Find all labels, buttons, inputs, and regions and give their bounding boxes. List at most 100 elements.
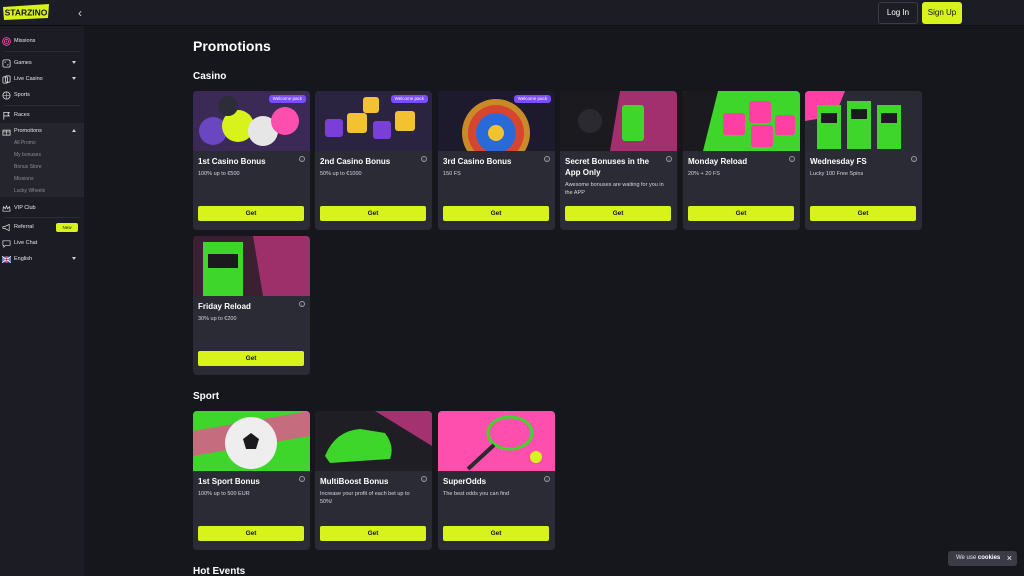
promo-image-pink-dice <box>683 91 800 151</box>
promo-description: Increase your profit of each bet up to 5… <box>320 491 410 505</box>
promo-image-app-phone <box>560 91 677 151</box>
sidebar-item-language[interactable]: English <box>0 252 84 266</box>
top-bar: STARZINO ‹ Log In Sign Up <box>0 0 1024 26</box>
cookies-link[interactable]: cookies <box>978 555 1000 561</box>
sidebar: Missions Games Live Casino Sports Races … <box>0 26 84 576</box>
sidebar-item-promotions[interactable]: Promotions <box>0 124 84 138</box>
get-button[interactable]: Get <box>320 526 426 541</box>
promo-card[interactable]: 1st Sport Bonus i 100% up to 500 EUR Get <box>193 411 310 550</box>
divider <box>4 105 80 106</box>
promo-card[interactable]: Welcome pack 3rd Casino Bonus i 150 FS G… <box>438 91 555 230</box>
sidebar-subitem-my-bonuses[interactable]: My bonuses <box>0 149 84 161</box>
sidebar-item-label: VIP Club <box>14 205 36 211</box>
info-icon[interactable]: i <box>299 156 305 162</box>
sidebar-item-vip-club[interactable]: VIP Club <box>0 201 84 215</box>
promo-card[interactable]: MultiBoost Bonus i Increase your profit … <box>315 411 432 550</box>
sidebar-item-label: Live Casino <box>14 76 43 82</box>
info-icon[interactable]: i <box>299 301 305 307</box>
chevron-down-icon[interactable] <box>72 61 76 64</box>
get-button[interactable]: Get <box>688 206 794 221</box>
promo-card[interactable]: Welcome pack 2nd Casino Bonus i 50% up t… <box>315 91 432 230</box>
chevron-down-icon[interactable] <box>72 257 76 260</box>
sidebar-item-label: Missions <box>14 38 36 44</box>
info-icon[interactable]: i <box>544 476 550 482</box>
promo-card[interactable]: Wednesday FS i Lucky 100 Free Spins Get <box>805 91 922 230</box>
cards-icon <box>2 74 11 84</box>
sidebar-item-label: Referral <box>14 224 34 230</box>
get-button[interactable]: Get <box>198 206 304 221</box>
chevron-up-icon[interactable] <box>72 129 76 132</box>
promo-title: Friday Reload <box>198 302 251 311</box>
section-title-casino: Casino <box>193 71 227 82</box>
promo-description: 20% + 20 FS <box>688 171 720 177</box>
promo-description: 100% up to 500 EUR <box>198 491 250 497</box>
chevron-left-icon[interactable]: ‹ <box>78 6 90 20</box>
promo-title: 1st Sport Bonus <box>198 477 260 486</box>
divider <box>4 51 80 52</box>
sidebar-item-races[interactable]: Races <box>0 108 84 122</box>
sidebar-item-referral[interactable]: Referral New <box>0 220 84 234</box>
new-badge: New <box>56 223 78 232</box>
info-icon[interactable]: i <box>299 476 305 482</box>
cookie-banner: We use cookies × <box>948 551 1017 566</box>
section-title-hot-events: Hot Events <box>193 566 246 576</box>
promo-title: MultiBoost Bonus <box>320 477 389 486</box>
info-icon[interactable]: i <box>421 156 427 162</box>
sidebar-subitem-lucky-wheels[interactable]: Lucky Wheels <box>0 185 84 197</box>
signup-button[interactable]: Sign Up <box>922 2 962 24</box>
info-icon[interactable]: i <box>421 476 427 482</box>
section-title-sport: Sport <box>193 391 220 402</box>
promo-card[interactable]: Secret Bonuses in the App Only i Awesome… <box>560 91 677 230</box>
get-button[interactable]: Get <box>565 206 671 221</box>
promo-description: 30% up to €200 <box>198 316 237 322</box>
get-button[interactable]: Get <box>810 206 916 221</box>
promo-title: Monday Reload <box>688 157 748 166</box>
promo-image-football-boot <box>315 411 432 471</box>
promo-card[interactable]: Monday Reload i 20% + 20 FS Get <box>683 91 800 230</box>
sidebar-item-sports[interactable]: Sports <box>0 88 84 102</box>
get-button[interactable]: Get <box>443 206 549 221</box>
page-title: Promotions <box>193 38 271 54</box>
welcome-pack-badge: Welcome pack <box>390 95 428 103</box>
crown-icon <box>2 204 11 213</box>
app-root: STARZINO ‹ Log In Sign Up Missions Games… <box>0 0 1024 576</box>
target-icon <box>2 36 11 46</box>
sidebar-subitem-all-promo[interactable]: All Promo <box>0 137 84 149</box>
info-icon[interactable]: i <box>544 156 550 162</box>
promo-title: Wednesday FS <box>810 157 867 166</box>
get-button[interactable]: Get <box>198 351 304 366</box>
promo-card[interactable]: SuperOdds i The best odds you can find G… <box>438 411 555 550</box>
starzino-logo[interactable]: STARZINO <box>2 3 50 21</box>
promo-card[interactable]: Friday Reload i 30% up to €200 Get <box>193 236 310 375</box>
sidebar-item-games[interactable]: Games <box>0 56 84 70</box>
info-icon[interactable]: i <box>666 156 672 162</box>
sidebar-subitem-bonus-store[interactable]: Bonus Store <box>0 161 84 173</box>
info-icon[interactable]: i <box>789 156 795 162</box>
chevron-down-icon[interactable] <box>72 77 76 80</box>
sidebar-item-label: Games <box>14 60 32 66</box>
ball-icon <box>2 90 11 100</box>
sidebar-item-live-chat[interactable]: Live Chat <box>0 236 84 250</box>
get-button[interactable]: Get <box>443 526 549 541</box>
flag-uk-icon <box>2 255 11 264</box>
sidebar-item-label: English <box>14 256 33 262</box>
gift-icon <box>2 127 11 136</box>
sidebar-item-label: Sports <box>14 92 30 98</box>
login-button[interactable]: Log In <box>878 2 918 24</box>
promo-description: 150 FS <box>443 171 461 177</box>
welcome-pack-badge: Welcome pack <box>268 95 306 103</box>
get-button[interactable]: Get <box>320 206 426 221</box>
divider <box>4 217 80 218</box>
promo-title: 3rd Casino Bonus <box>443 157 512 166</box>
close-icon[interactable]: × <box>1007 551 1012 566</box>
get-button[interactable]: Get <box>198 526 304 541</box>
sidebar-item-live-casino[interactable]: Live Casino <box>0 72 84 86</box>
promo-image-slot-machines <box>805 91 922 151</box>
promo-card[interactable]: Welcome pack 1st Casino Bonus i 100% up … <box>193 91 310 230</box>
info-icon[interactable]: i <box>911 156 917 162</box>
promo-description: 50% up to €1000 <box>320 171 362 177</box>
dice-icon <box>2 58 11 68</box>
promo-description: The best odds you can find <box>443 491 510 497</box>
sidebar-item-missions[interactable]: Missions <box>0 34 84 48</box>
sidebar-subitem-missions[interactable]: Missions <box>0 173 84 185</box>
